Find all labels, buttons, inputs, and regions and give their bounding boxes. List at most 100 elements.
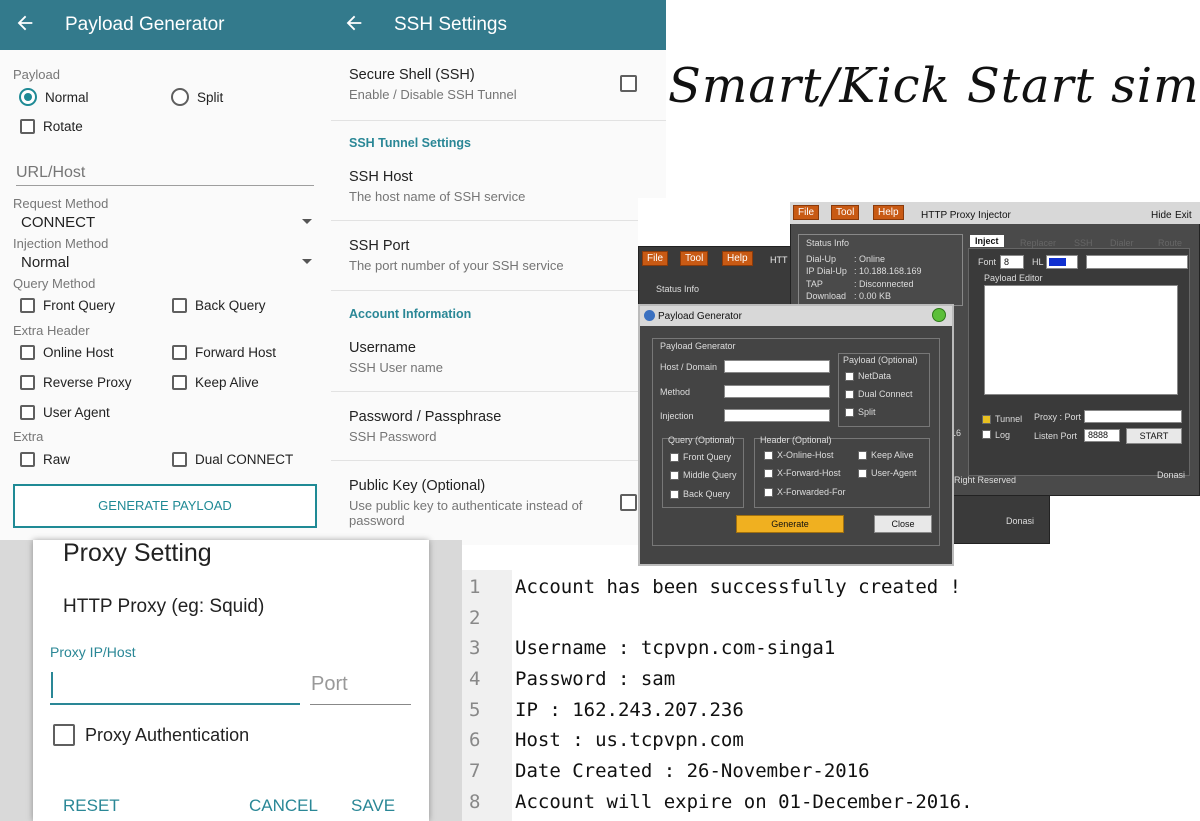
url-host-input[interactable] — [16, 160, 314, 186]
injection-label: Injection — [660, 411, 694, 421]
screen-title: SSH Settings — [394, 14, 507, 35]
extra-header-label: Extra Header — [13, 323, 90, 338]
cancel-button[interactable]: CANCEL — [249, 796, 318, 816]
secure-shell-checkbox[interactable] — [620, 75, 637, 92]
public-key-summary: Use public key to authenticate instead o… — [349, 498, 583, 528]
line-text: IP : 162.243.207.236 — [515, 699, 744, 721]
download-label: Download — [806, 291, 847, 301]
menu-help[interactable]: Help — [722, 251, 753, 266]
radio-selected-icon — [19, 88, 37, 106]
tab-dialer[interactable]: Dialer — [1110, 238, 1134, 248]
account-text-editor: 1 Account has been successfully created !… — [462, 570, 1200, 821]
dual-connect-checkbox[interactable] — [845, 390, 854, 399]
dialup-label: Dial-Up — [806, 254, 837, 264]
checkbox-keep-alive[interactable]: Keep Alive — [172, 375, 259, 390]
generate-button[interactable]: Generate — [736, 515, 844, 533]
checkbox-dual-connect[interactable]: Dual CONNECT — [172, 452, 293, 467]
payload-editor-label: Payload Editor — [984, 273, 1043, 283]
listen-port-input[interactable]: 8888 — [1084, 429, 1120, 442]
generate-payload-button[interactable]: GENERATE PAYLOAD — [13, 484, 317, 528]
menu-help[interactable]: Help — [873, 205, 904, 220]
public-key-checkbox[interactable] — [620, 494, 637, 511]
tab-ssh[interactable]: SSH — [1074, 238, 1093, 248]
back-query-label: Back Query — [195, 298, 266, 313]
netdata-label: NetData — [858, 371, 892, 381]
back-query-checkbox[interactable] — [670, 490, 679, 499]
proxy-authentication-checkbox[interactable]: Proxy Authentication — [53, 724, 249, 746]
exit-button[interactable]: Exit — [1175, 210, 1192, 221]
menu-file[interactable]: File — [642, 251, 669, 266]
ssh-port-title: SSH Port — [349, 238, 410, 254]
checkbox-raw[interactable]: Raw — [20, 452, 70, 467]
donasi-link[interactable]: Donasi — [1006, 516, 1034, 526]
keep-alive-checkbox[interactable] — [858, 451, 867, 460]
line-number: 7 — [469, 760, 481, 782]
save-button[interactable]: SAVE — [351, 796, 395, 816]
highlight-color-select[interactable] — [1046, 255, 1078, 269]
donasi-link[interactable]: Donasi — [1157, 470, 1185, 480]
proxy-port-input[interactable] — [1084, 410, 1182, 423]
line-number: 8 — [469, 791, 481, 813]
payload-editor-textarea[interactable] — [984, 285, 1178, 395]
close-dot-icon[interactable] — [932, 308, 946, 322]
injection-select[interactable] — [724, 409, 830, 422]
font-size-input[interactable]: 8 — [1000, 255, 1024, 269]
split-checkbox[interactable] — [845, 408, 854, 417]
checkbox-icon — [172, 452, 187, 467]
menu-tool[interactable]: Tool — [680, 251, 709, 266]
line-text: Password : sam — [515, 668, 676, 690]
proxy-type[interactable]: HTTP Proxy (eg: Squid) — [63, 596, 264, 618]
hide-button[interactable]: Hide — [1151, 210, 1172, 221]
tab-replacer[interactable]: Replacer — [1020, 238, 1056, 248]
middle-query-checkbox[interactable] — [670, 471, 679, 480]
x-forward-host-checkbox[interactable] — [764, 469, 773, 478]
back-arrow-icon[interactable] — [14, 12, 36, 34]
checkbox-back-query[interactable]: Back Query — [172, 298, 266, 313]
checkbox-user-agent[interactable]: User Agent — [20, 405, 110, 420]
tunnel-checkbox[interactable] — [982, 415, 991, 424]
x-forwarded-for-checkbox[interactable] — [764, 488, 773, 497]
back-arrow-icon[interactable] — [343, 12, 365, 34]
ssh-settings-screen: SSH Settings Secure Shell (SSH) Enable /… — [331, 0, 666, 545]
checkbox-forward-host[interactable]: Forward Host — [172, 345, 276, 360]
user-agent-checkbox[interactable] — [858, 469, 867, 478]
line-text: Date Created : 26-November-2016 — [515, 760, 870, 782]
method-select[interactable] — [724, 385, 830, 398]
netdata-checkbox[interactable] — [845, 372, 854, 381]
proxy-ip-input[interactable] — [50, 666, 300, 706]
checkbox-front-query[interactable]: Front Query — [20, 298, 115, 313]
username-summary: SSH User name — [349, 360, 443, 375]
x-online-host-checkbox[interactable] — [764, 451, 773, 460]
radio-split[interactable]: Split — [171, 88, 223, 106]
checkbox-online-host[interactable]: Online Host — [20, 345, 114, 360]
checkbox-icon — [172, 345, 187, 360]
password-title: Password / Passphrase — [349, 409, 502, 425]
font-select[interactable] — [1086, 255, 1188, 269]
menu-tool[interactable]: Tool — [831, 205, 860, 220]
tunnel-label: Tunnel — [995, 414, 1023, 424]
proxy-ip-label: Proxy IP/Host — [50, 644, 136, 660]
reset-button[interactable]: RESET — [63, 796, 120, 816]
front-query-checkbox[interactable] — [670, 453, 679, 462]
close-button[interactable]: Close — [874, 515, 932, 533]
start-button[interactable]: START — [1126, 428, 1182, 444]
port-input[interactable]: Port — [311, 673, 348, 696]
secure-shell-summary: Enable / Disable SSH Tunnel — [349, 87, 517, 102]
header-optional-label: Header (Optional) — [760, 435, 832, 445]
log-label: Log — [995, 430, 1011, 440]
radio-normal[interactable]: Normal — [19, 88, 89, 106]
listen-port-value: 8888 — [1088, 430, 1109, 440]
tab-route[interactable]: Route — [1158, 238, 1182, 248]
checkbox-rotate[interactable]: Rotate — [20, 119, 83, 134]
checkbox-reverse-proxy[interactable]: Reverse Proxy — [20, 375, 132, 390]
host-domain-input[interactable] — [724, 360, 830, 373]
radio-unselected-icon — [171, 88, 189, 106]
status-info-label: Status Info — [806, 238, 850, 248]
line-number: 1 — [469, 576, 481, 598]
menu-file[interactable]: File — [793, 205, 820, 220]
tab-inject[interactable]: Inject — [970, 235, 1004, 247]
divider — [331, 220, 666, 221]
log-checkbox[interactable] — [982, 430, 991, 439]
checkbox-icon — [20, 452, 35, 467]
host-domain-label: Host / Domain — [660, 362, 718, 372]
